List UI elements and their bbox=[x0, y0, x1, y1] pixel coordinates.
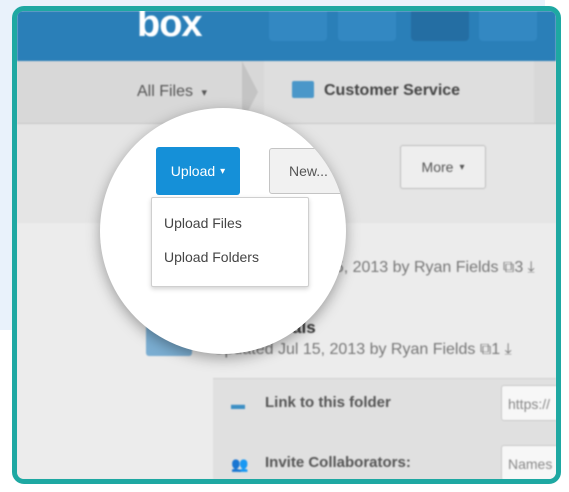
link-icon: ▬ bbox=[231, 396, 245, 412]
chevron-down-icon: ▾ bbox=[201, 87, 207, 99]
more-button[interactable]: More ▾ bbox=[400, 145, 486, 189]
current-folder-label: Customer Service bbox=[324, 82, 461, 99]
nav-button[interactable] bbox=[411, 11, 469, 41]
upload-button-label: Upload bbox=[170, 163, 216, 179]
link-label: Link to this folder bbox=[265, 394, 391, 411]
breadcrumb-root-label: All Files bbox=[137, 83, 194, 100]
magnifier-callout: Upload ▾ New... ▾ Upload Files Upload Fo… bbox=[100, 108, 346, 354]
invite-input[interactable]: Names bbox=[501, 445, 556, 479]
breadcrumb-current[interactable]: Customer Service bbox=[264, 61, 534, 123]
more-button-label: More bbox=[421, 159, 454, 175]
nav-button[interactable] bbox=[269, 11, 327, 41]
share-invite-row: 👥 Invite Collaborators: Names bbox=[213, 439, 556, 479]
folder-icon bbox=[292, 81, 314, 98]
link-field[interactable]: https:// bbox=[501, 385, 556, 421]
upload-dropdown-menu: Upload Files Upload Folders bbox=[151, 197, 309, 287]
app-window: box All Files ▾ Customer Service More ▾ bbox=[12, 6, 561, 484]
nav-button[interactable] bbox=[338, 11, 396, 41]
box-logo[interactable]: box bbox=[137, 11, 203, 46]
top-navigation-bar: box bbox=[17, 11, 556, 61]
menu-item-upload-folders[interactable]: Upload Folders bbox=[164, 249, 259, 265]
people-icon: 👥 bbox=[231, 456, 249, 472]
breadcrumb: All Files ▾ Customer Service bbox=[17, 61, 556, 124]
invite-label: Invite Collaborators: bbox=[265, 454, 411, 471]
share-link-row: ▬ Link to this folder https:// bbox=[213, 379, 556, 429]
new-button[interactable]: New... ▾ bbox=[269, 148, 346, 194]
breadcrumb-all-files[interactable]: All Files ▾ bbox=[137, 83, 207, 101]
menu-item-upload-files[interactable]: Upload Files bbox=[164, 215, 242, 231]
chevron-down-icon: ▾ bbox=[220, 165, 226, 177]
chevron-down-icon: ▾ bbox=[459, 161, 465, 173]
nav-button[interactable] bbox=[479, 11, 537, 41]
upload-button[interactable]: Upload ▾ bbox=[156, 147, 240, 195]
new-button-label: New... bbox=[289, 163, 328, 179]
share-panel: ▬ Link to this folder https:// 👥 Invite … bbox=[213, 378, 556, 479]
chevron-down-icon: ▾ bbox=[333, 165, 339, 177]
